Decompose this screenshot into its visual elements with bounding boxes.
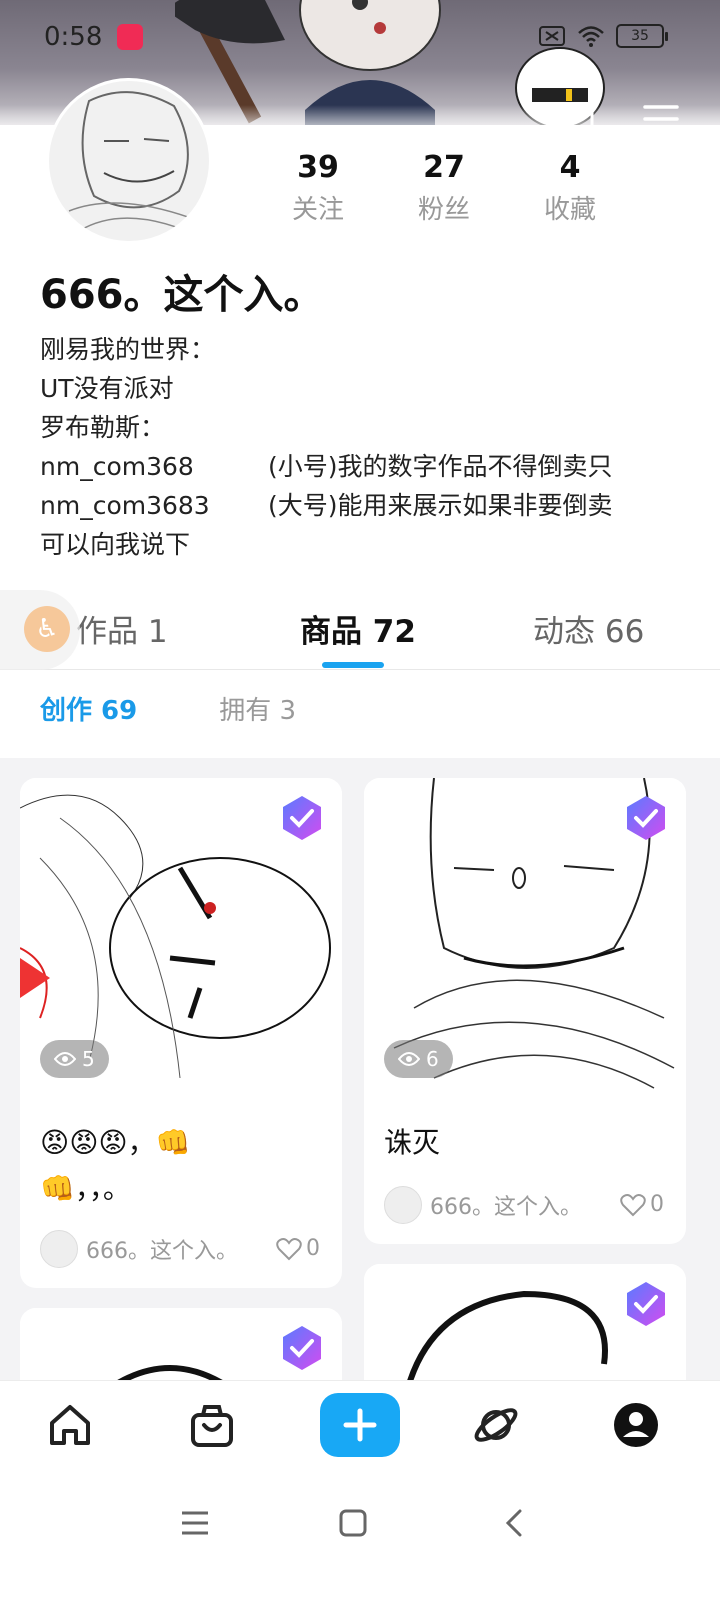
like-count: 0 <box>650 1192 664 1217</box>
stat-following-count: 39 <box>297 150 339 185</box>
product-title-line: 👊，，。 <box>40 1172 131 1205</box>
content-tabs: 作品 1 商品 72 动态 66 <box>0 598 720 670</box>
product-author[interactable]: 666。这个入。 <box>384 1186 582 1224</box>
status-bar: 0:58 35 <box>0 18 720 58</box>
view-count-value: 6 <box>426 1047 439 1071</box>
add-button[interactable] <box>320 1393 400 1457</box>
verified-badge-icon <box>283 1326 321 1370</box>
author-avatar <box>40 1230 78 1268</box>
profile-stats: 39 关注 27 粉丝 4 收藏 <box>255 150 633 226</box>
shop-bag-icon[interactable] <box>188 1401 236 1449</box>
heart-icon <box>620 1193 646 1216</box>
stat-followers[interactable]: 27 粉丝 <box>381 150 507 226</box>
view-count: 5 <box>40 1040 109 1078</box>
avatar-image <box>68 91 209 241</box>
tab-indicator <box>322 662 384 668</box>
bio-line: 可以向我说下 <box>40 530 191 559</box>
verified-badge-icon <box>627 796 665 840</box>
wifi-icon <box>578 26 604 47</box>
profile-bio: 刚易我的世界： UT没有派对 罗布勒斯： nm_com368 (小号)我的数字作… <box>40 330 613 564</box>
home-icon[interactable] <box>46 1401 94 1449</box>
bottom-navigation <box>0 1380 720 1470</box>
bio-note: (大号)能用来展示如果非要倒卖 <box>268 491 613 520</box>
eye-icon <box>54 1052 76 1066</box>
edit-icon[interactable] <box>560 100 598 138</box>
tab-moments[interactable]: 动态 66 <box>533 606 644 651</box>
product-title-line: 😡😡😡，👊 <box>40 1126 191 1159</box>
product-grid: 5 😡😡😡，👊 👊，，。 666。这个入。 0 6 诛灭 666。这个入。 0 <box>0 758 720 1380</box>
stat-favorites[interactable]: 4 收藏 <box>507 150 633 226</box>
profile-name: 666。这个入。 <box>40 272 324 318</box>
stat-favorites-count: 4 <box>559 150 581 185</box>
product-title: 😡😡😡，👊 👊，，。 <box>40 1120 190 1212</box>
recent-apps-icon[interactable] <box>180 1508 210 1538</box>
like-button[interactable]: 0 <box>620 1192 664 1217</box>
tab-works[interactable]: 作品 1 <box>76 606 168 651</box>
author-avatar <box>384 1186 422 1224</box>
planet-icon[interactable] <box>472 1401 520 1449</box>
home-button-icon[interactable] <box>338 1508 368 1538</box>
bio-line: 刚易我的世界： <box>40 335 216 364</box>
status-time: 0:58 <box>44 22 103 52</box>
product-card[interactable]: 5 😡😡😡，👊 👊，，。 666。这个入。 0 <box>20 778 342 1288</box>
add-icon <box>343 1408 377 1442</box>
avatar[interactable] <box>46 78 212 244</box>
stat-favorites-label: 收藏 <box>543 195 596 225</box>
product-card[interactable] <box>364 1264 686 1380</box>
accessibility-icon: ♿ <box>24 606 70 652</box>
bio-row: nm_com368 (小号)我的数字作品不得倒卖只 <box>40 447 613 486</box>
verified-badge-icon <box>627 1282 665 1326</box>
verified-badge-icon <box>283 796 321 840</box>
tab-products[interactable]: 商品 72 <box>300 606 416 651</box>
author-name: 666。这个入。 <box>86 1239 238 1264</box>
sub-tabs: 创作 69 拥有 3 <box>40 690 296 727</box>
bio-account-small: nm_com368 <box>40 452 194 481</box>
heart-icon <box>276 1237 302 1260</box>
bio-line: UT没有派对 <box>40 374 174 403</box>
like-button[interactable]: 0 <box>276 1236 320 1261</box>
back-icon[interactable] <box>500 1508 530 1538</box>
stat-followers-label: 粉丝 <box>417 195 470 225</box>
bio-note: (小号)我的数字作品不得倒卖只 <box>268 452 613 481</box>
view-count-value: 5 <box>82 1047 95 1071</box>
bio-line: 罗布勒斯： <box>40 413 166 442</box>
stat-following-label: 关注 <box>291 195 344 225</box>
product-title: 诛灭 <box>384 1126 441 1159</box>
bio-account-main: nm_com3683 <box>40 491 210 520</box>
stat-followers-count: 27 <box>423 150 465 185</box>
product-card[interactable] <box>20 1308 342 1380</box>
profile-icon[interactable] <box>612 1401 660 1449</box>
product-card[interactable]: 6 诛灭 666。这个入。 0 <box>364 778 686 1244</box>
accessibility-float[interactable]: ♿ <box>0 590 80 670</box>
subtab-created[interactable]: 创作 69 <box>40 690 137 727</box>
sim-off-icon <box>539 26 565 46</box>
author-name: 666。这个入。 <box>430 1195 582 1220</box>
subtab-owned[interactable]: 拥有 3 <box>219 690 296 727</box>
battery-indicator: 35 <box>616 24 668 48</box>
battery-level: 35 <box>631 28 649 44</box>
app-notification-icon <box>117 24 143 50</box>
system-navigation <box>0 1470 720 1600</box>
menu-icon[interactable] <box>642 100 680 138</box>
view-count: 6 <box>384 1040 453 1078</box>
product-author[interactable]: 666。这个入。 <box>40 1230 238 1268</box>
bio-row: nm_com3683 (大号)能用来展示如果非要倒卖 <box>40 486 613 525</box>
eye-icon <box>398 1052 420 1066</box>
stat-following[interactable]: 39 关注 <box>255 150 381 226</box>
header-actions <box>560 100 680 138</box>
like-count: 0 <box>306 1236 320 1261</box>
